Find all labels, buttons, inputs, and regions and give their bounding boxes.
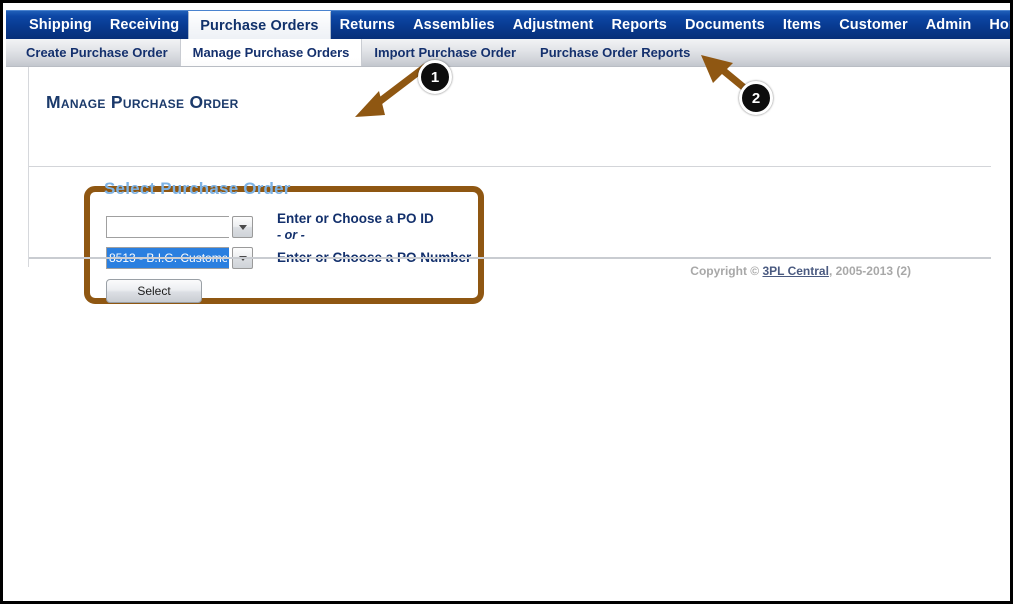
nav-item-label: Assemblies — [413, 17, 495, 33]
nav-item-receiving[interactable]: Receiving — [101, 11, 188, 39]
subnav-filler — [702, 39, 1010, 66]
subnav-item-label: Purchase Order Reports — [540, 45, 691, 60]
or-separator-label: - or - — [277, 227, 305, 242]
copyright-prefix: Copyright © — [690, 264, 763, 278]
sub-navigation-bar: Create Purchase Order Manage Purchase Or… — [6, 39, 1010, 67]
nav-item-shipping[interactable]: Shipping — [20, 11, 101, 39]
po-id-combobox[interactable] — [106, 216, 253, 239]
page-title: Manage Purchase Order — [46, 91, 239, 112]
nav-item-returns[interactable]: Returns — [331, 11, 405, 39]
subnav-item-purchase-order-reports[interactable]: Purchase Order Reports — [528, 39, 702, 66]
callout-badge-1: 1 — [418, 60, 452, 94]
application-window: Shipping Receiving Purchase Orders Retur… — [0, 0, 1013, 604]
nav-item-reports[interactable]: Reports — [602, 11, 676, 39]
nav-item-assemblies[interactable]: Assemblies — [404, 11, 504, 39]
po-id-label-group: Enter or Choose a PO ID - or - — [277, 211, 434, 244]
select-purchase-order-panel: Select Purchase Order Enter or Choose a … — [84, 179, 484, 304]
nav-item-label: Customer — [839, 17, 908, 33]
nav-item-adjustment[interactable]: Adjustment — [504, 11, 603, 39]
nav-item-items[interactable]: Items — [774, 11, 830, 39]
copyright-footer: Copyright © 3PL Central, 2005-2013 (2) — [690, 264, 911, 278]
copyright-suffix: , 2005-2013 (2) — [828, 264, 911, 278]
po-id-input[interactable] — [106, 216, 229, 239]
select-button-row: Select — [106, 279, 202, 303]
nav-item-admin[interactable]: Admin — [917, 11, 981, 39]
subnav-item-label: Create Purchase Order — [26, 45, 168, 60]
nav-item-label: Documents — [684, 17, 765, 33]
3pl-central-link[interactable]: 3PL Central — [762, 264, 828, 278]
nav-item-purchase-orders[interactable]: Purchase Orders — [188, 11, 331, 39]
nav-item-label: Home — [989, 17, 1010, 33]
nav-item-label: Adjustment — [512, 17, 594, 33]
nav-item-documents[interactable]: Documents — [676, 11, 774, 39]
po-id-label: Enter or Choose a PO ID — [277, 211, 434, 226]
nav-item-label: Reports — [611, 17, 667, 33]
select-button[interactable]: Select — [106, 279, 202, 303]
nav-item-label: Admin — [925, 17, 972, 33]
subnav-item-manage-purchase-orders[interactable]: Manage Purchase Orders — [179, 39, 363, 66]
subnav-item-label: Import Purchase Order — [374, 45, 517, 60]
subnav-item-label: Manage Purchase Orders — [192, 45, 350, 60]
callout-badge-2: 2 — [739, 81, 773, 115]
main-navigation-bar: Shipping Receiving Purchase Orders Retur… — [6, 10, 1010, 39]
chevron-down-icon — [238, 224, 247, 230]
nav-item-customer[interactable]: Customer — [830, 11, 916, 39]
nav-item-label: Purchase Orders — [200, 17, 319, 34]
panel-legend: Select Purchase Order — [104, 179, 291, 198]
po-id-dropdown-button[interactable] — [232, 216, 253, 239]
nav-item-home[interactable]: Home — [980, 11, 1010, 39]
subnav-item-import-purchase-order[interactable]: Import Purchase Order — [362, 39, 528, 66]
page-body: Manage Purchase Order Select Purchase Or… — [6, 67, 1010, 598]
po-id-row: Enter or Choose a PO ID - or - — [106, 211, 434, 244]
nav-item-label: Shipping — [29, 17, 92, 33]
subnav-item-create-purchase-order[interactable]: Create Purchase Order — [14, 39, 180, 66]
nav-item-label: Items — [782, 17, 822, 33]
nav-item-label: Receiving — [109, 17, 180, 33]
nav-item-label: Returns — [339, 17, 396, 33]
title-divider — [29, 166, 991, 167]
footer-divider — [29, 257, 991, 259]
